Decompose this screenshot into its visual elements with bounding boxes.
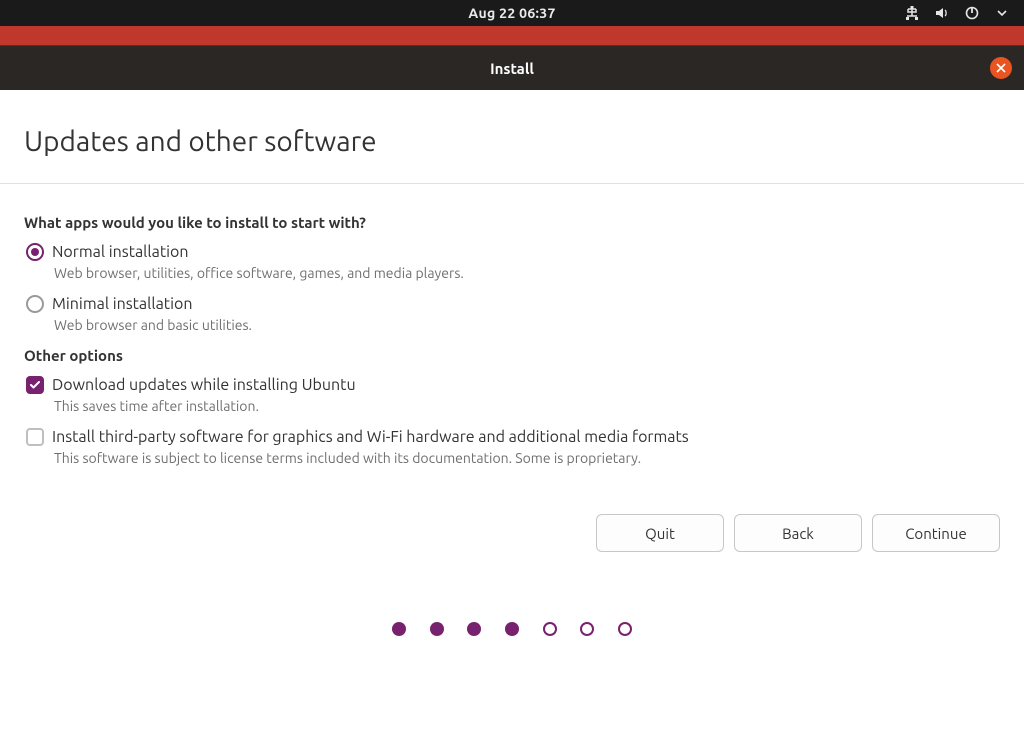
window-titlebar: Install (0, 46, 1024, 90)
checkbox-third-party[interactable]: Install third-party software for graphic… (26, 428, 1000, 446)
page-title: Updates and other software (24, 126, 1000, 157)
volume-icon[interactable] (934, 5, 950, 21)
back-button[interactable]: Back (734, 514, 862, 552)
radio-minimal-installation[interactable]: Minimal installation (26, 295, 1000, 313)
apps-question: What apps would you like to install to s… (24, 214, 1000, 231)
close-button[interactable] (990, 57, 1012, 79)
checkbox-icon (26, 376, 44, 394)
option-label: Install third-party software for graphic… (52, 428, 689, 446)
progress-dot (392, 622, 406, 636)
option-label: Normal installation (52, 243, 189, 261)
radio-normal-installation[interactable]: Normal installation (26, 243, 1000, 261)
option-label: Download updates while installing Ubuntu (52, 376, 356, 394)
quit-button[interactable]: Quit (596, 514, 724, 552)
installer-content: Updates and other software What apps wou… (0, 90, 1024, 640)
progress-dot (543, 622, 557, 636)
progress-dot (618, 622, 632, 636)
divider (0, 183, 1024, 184)
progress-dot (505, 622, 519, 636)
option-description: Web browser and basic utilities. (54, 317, 1000, 333)
progress-dot (467, 622, 481, 636)
option-description: This software is subject to license term… (54, 450, 1000, 466)
system-topbar: Aug 22 06:37 (0, 0, 1024, 26)
clock: Aug 22 06:37 (468, 5, 555, 21)
power-icon[interactable] (964, 5, 980, 21)
network-icon[interactable] (904, 5, 920, 21)
progress-indicator (24, 622, 1000, 640)
option-description: Web browser, utilities, office software,… (54, 265, 1000, 281)
option-label: Minimal installation (52, 295, 192, 313)
continue-button[interactable]: Continue (872, 514, 1000, 552)
checkbox-download-updates[interactable]: Download updates while installing Ubuntu (26, 376, 1000, 394)
radio-icon (26, 295, 44, 313)
chevron-down-icon[interactable] (994, 5, 1010, 21)
system-tray (904, 0, 1010, 26)
radio-icon (26, 243, 44, 261)
close-icon (996, 63, 1006, 73)
checkbox-icon (26, 428, 44, 446)
button-row: Quit Back Continue (24, 514, 1000, 552)
other-options-header: Other options (24, 347, 1000, 364)
progress-dot (580, 622, 594, 636)
option-description: This saves time after installation. (54, 398, 1000, 414)
window-title: Install (490, 60, 534, 77)
accent-band (0, 26, 1024, 46)
progress-dot (430, 622, 444, 636)
